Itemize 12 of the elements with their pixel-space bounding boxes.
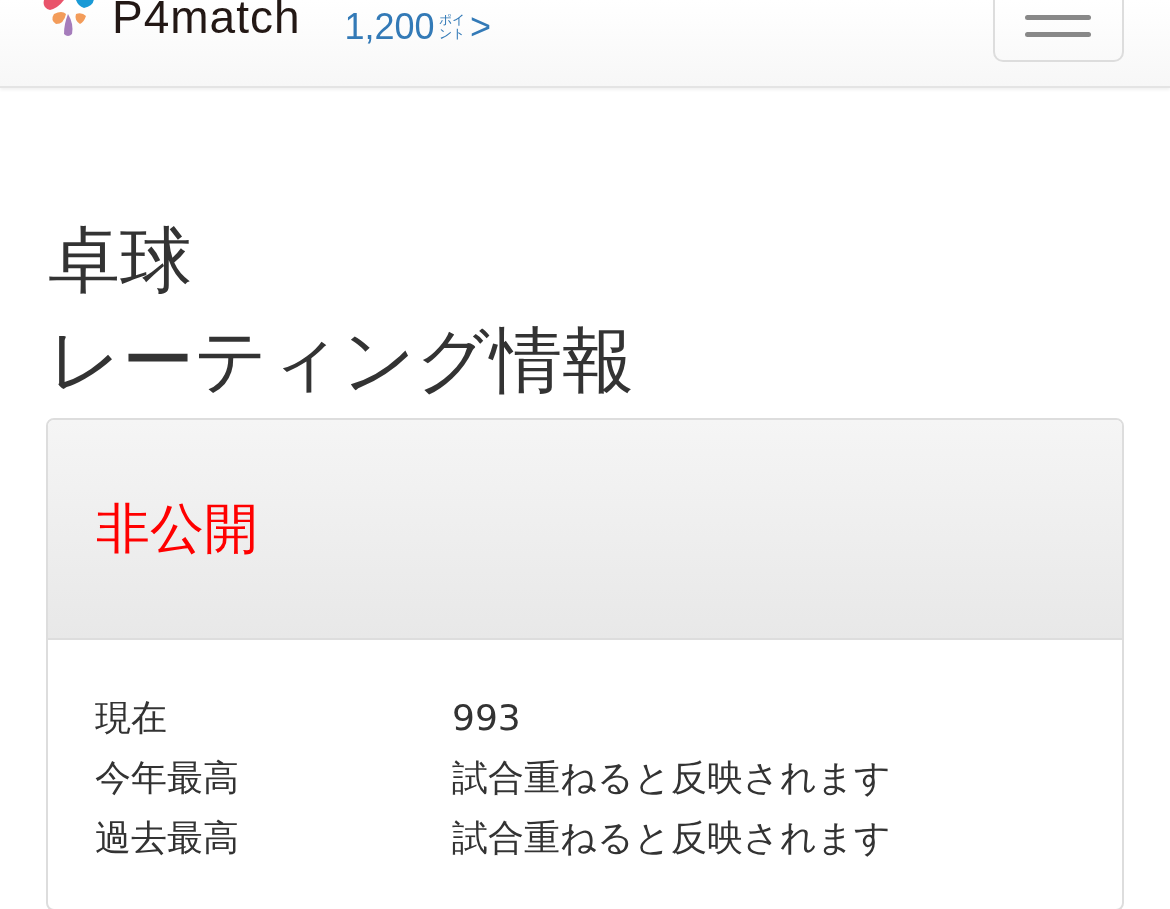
rating-value: 試合重ねると反映されます: [452, 756, 891, 800]
rating-label: 今年最高: [95, 756, 240, 800]
page-title: 卓球: [48, 217, 192, 304]
rating-value: 試合重ねると反映されます: [452, 816, 891, 860]
status-text: 非公開: [96, 495, 258, 562]
menu-icon: [1024, 13, 1093, 37]
rating-value: 993: [452, 696, 521, 740]
menu-button[interactable]: [993, 0, 1124, 62]
rating-label: 現在: [95, 696, 168, 740]
page-title: レーティング情報: [48, 317, 634, 404]
logo-text: P4match: [112, 0, 301, 42]
rating-label: 過去最高: [95, 816, 240, 860]
